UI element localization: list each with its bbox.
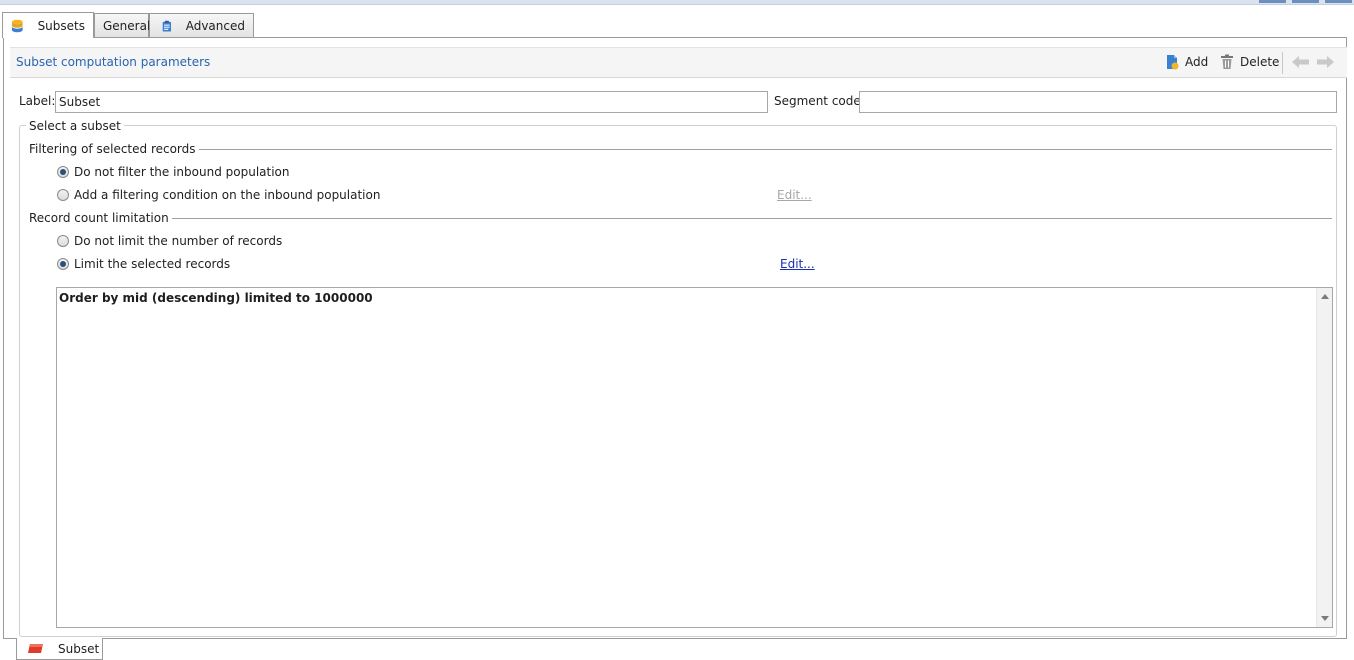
arrow-left-icon[interactable] (1292, 56, 1309, 68)
window-top-strip (0, 0, 1354, 5)
scroll-down-icon[interactable] (1321, 616, 1329, 621)
window-control[interactable] (1292, 0, 1319, 3)
tab-subsets[interactable]: Subsets (2, 12, 94, 38)
radio-button[interactable] (57, 235, 69, 247)
filtering-title: Filtering of selected records (29, 142, 199, 156)
label-field[interactable] (55, 91, 768, 113)
tab-advanced[interactable]: Advanced (149, 13, 254, 38)
summary-textarea[interactable]: Order by mid (descending) limited to 100… (56, 287, 1333, 628)
segment-code-caption: Segment code: (774, 94, 865, 108)
vertical-scrollbar[interactable] (1316, 288, 1332, 627)
database-icon (11, 19, 23, 32)
trash-icon (1221, 54, 1233, 69)
summary-text: Order by mid (descending) limited to 100… (59, 291, 373, 305)
radio-no-filter[interactable]: Do not filter the inbound population (57, 165, 290, 179)
tab-label: Advanced (185, 19, 245, 33)
group-legend: Select a subset (26, 119, 124, 133)
window-control[interactable] (1325, 0, 1352, 3)
delete-label: Delete (1240, 55, 1280, 69)
tab-general[interactable]: General (94, 13, 151, 38)
limit-edit-link[interactable]: Edit... (780, 257, 815, 271)
label-caption: Label: (19, 94, 56, 108)
add-label: Add (1185, 55, 1209, 69)
scroll-up-icon[interactable] (1321, 294, 1329, 299)
subset-icon (28, 644, 43, 653)
radio-label: Add a filtering condition on the inbound… (74, 188, 381, 202)
divider (155, 218, 1332, 219)
radio-label: Limit the selected records (74, 257, 231, 271)
window-control[interactable] (1259, 0, 1286, 3)
bottom-tab-label: Subset (58, 641, 100, 656)
radio-add-filter[interactable]: Add a filtering condition on the inbound… (57, 188, 380, 202)
segment-code-field[interactable] (859, 91, 1337, 113)
tab-label: General (103, 19, 151, 33)
radio-button[interactable] (57, 258, 69, 270)
radio-no-limit[interactable]: Do not limit the number of records (57, 234, 282, 248)
section-title: Subset computation parameters (16, 55, 211, 69)
limitation-title: Record count limitation (29, 211, 172, 225)
radio-limit[interactable]: Limit the selected records (57, 257, 230, 271)
radio-button[interactable] (57, 166, 69, 178)
arrow-right-icon[interactable] (1317, 56, 1334, 68)
add-button[interactable]: Add (1165, 54, 1208, 70)
section-header: Subset computation parameters Add Delete (10, 47, 1347, 78)
add-icon (1167, 55, 1179, 70)
tab-label: Subsets (37, 18, 85, 33)
radio-button[interactable] (57, 189, 69, 201)
divider (175, 149, 1332, 150)
toolbar-separator (1282, 52, 1283, 74)
filter-edit-link[interactable]: Edit... (777, 188, 812, 202)
radio-label: Do not filter the inbound population (74, 165, 290, 179)
clipboard-icon (162, 20, 172, 32)
delete-button[interactable]: Delete (1220, 54, 1279, 70)
radio-label: Do not limit the number of records (74, 234, 283, 248)
bottom-tab-subset[interactable]: Subset (16, 638, 103, 660)
